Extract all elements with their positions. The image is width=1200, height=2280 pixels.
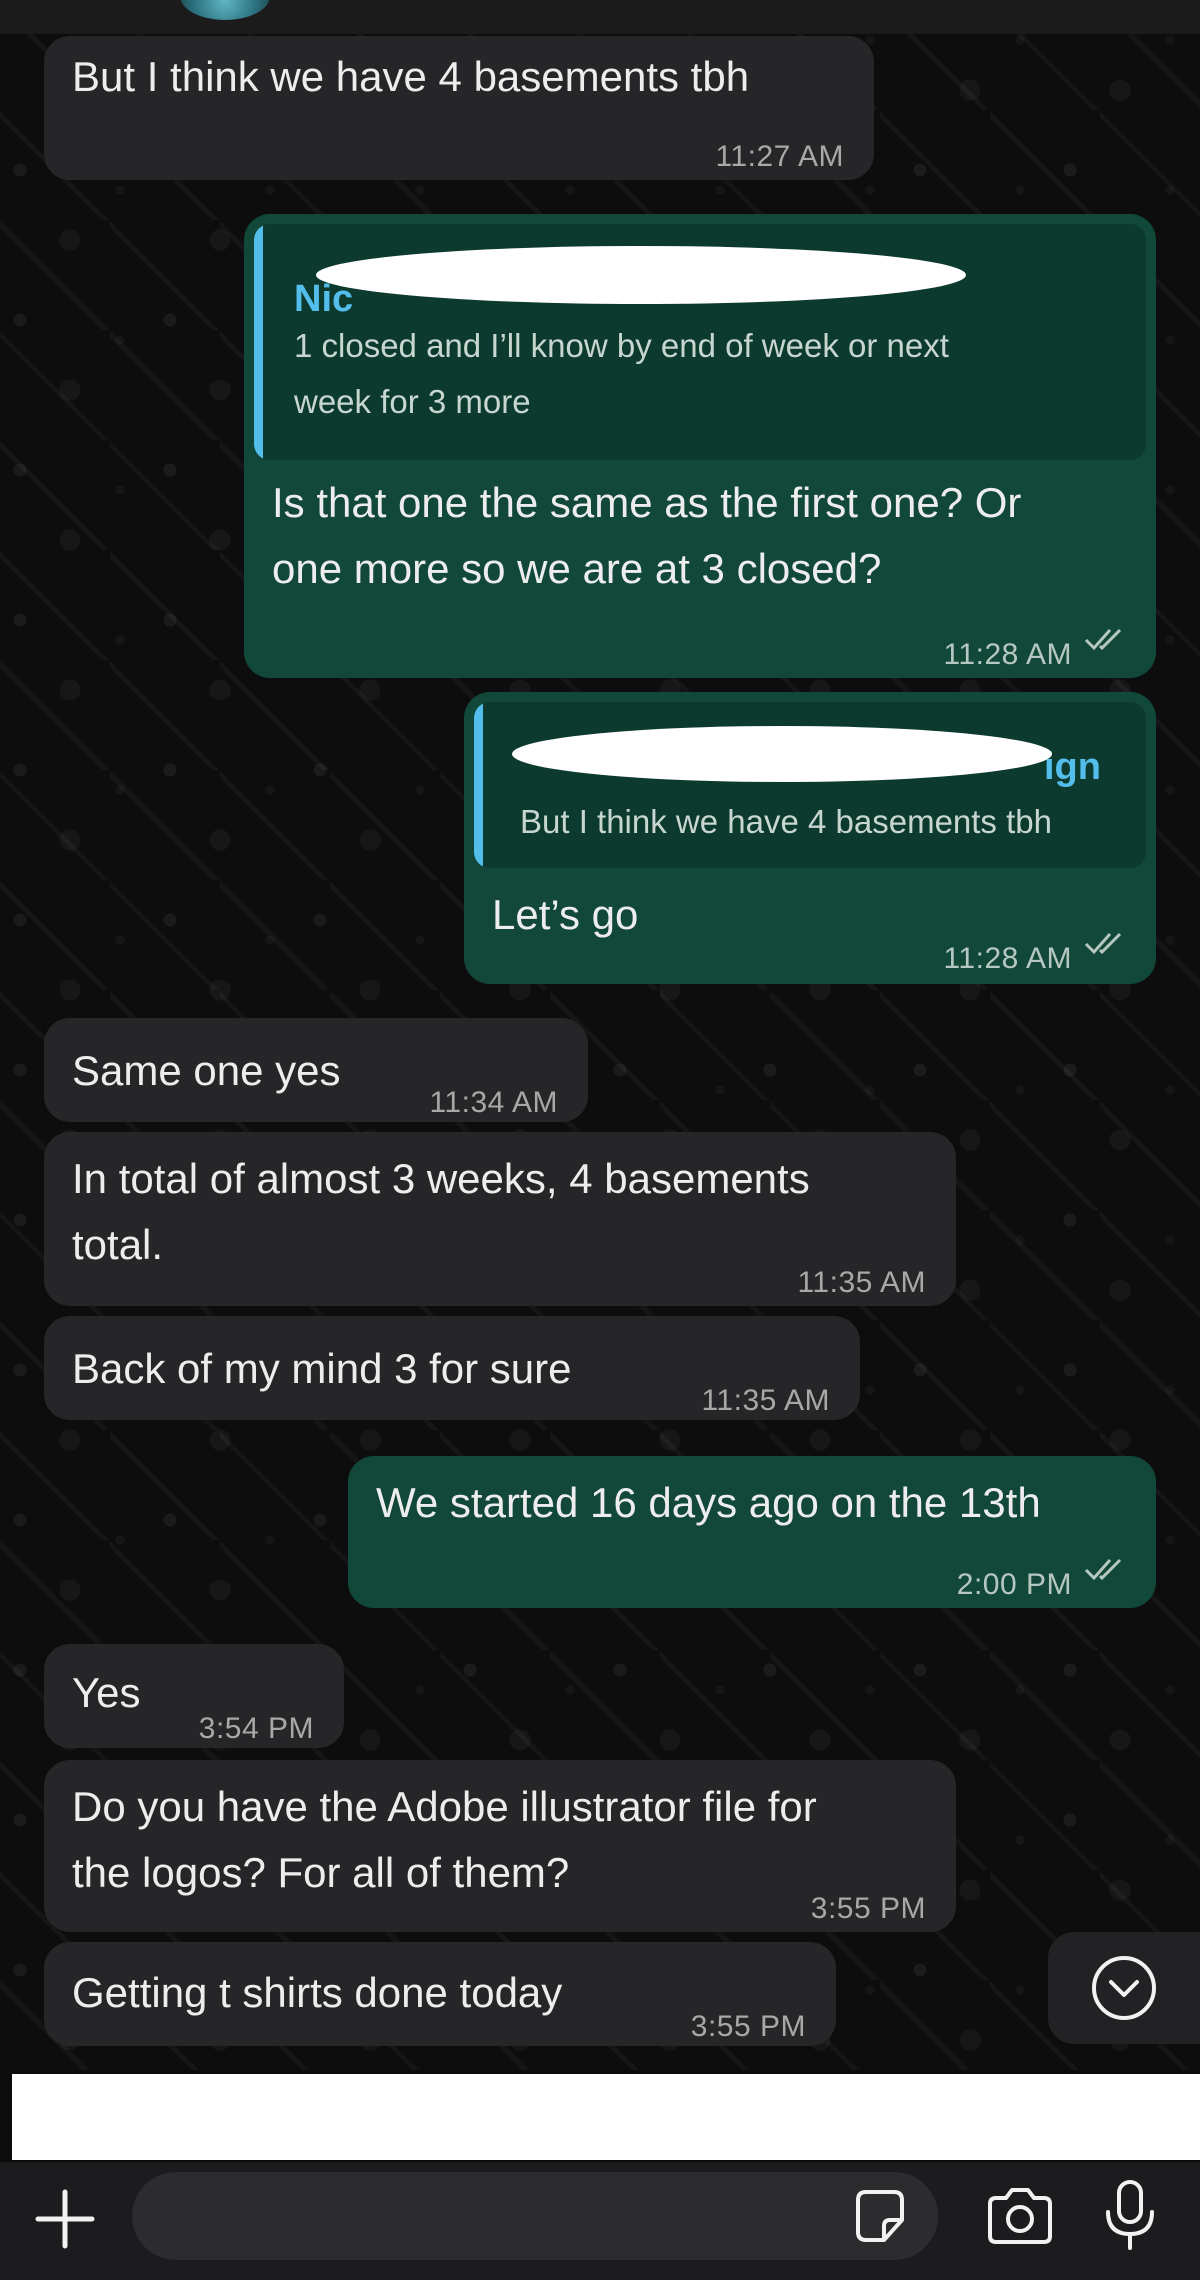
redaction-mark xyxy=(512,726,1052,782)
message-time: 11:27 AM xyxy=(715,140,844,173)
message-bubble-incoming[interactable]: Yes 3:54 PM xyxy=(44,1644,344,1748)
message-time: 11:35 AM xyxy=(797,1266,926,1299)
message-bubble-outgoing[interactable]: ign But I think we have 4 basements tbh … xyxy=(464,692,1156,984)
message-input[interactable] xyxy=(132,2172,938,2260)
message-bubble-incoming[interactable]: But I think we have 4 basements tbh 11:2… xyxy=(44,36,874,180)
message-text: Back of my mind 3 for sure xyxy=(72,1345,572,1392)
message-bubble-incoming[interactable]: In total of almost 3 weeks, 4 basements … xyxy=(44,1132,956,1306)
message-bubble-outgoing[interactable]: We started 16 days ago on the 13th 2:00 … xyxy=(348,1456,1156,1608)
message-time: 11:35 AM xyxy=(701,1384,830,1417)
scroll-to-bottom-button[interactable] xyxy=(1048,1932,1200,2044)
read-receipt-icon xyxy=(1084,1558,1122,1581)
read-receipt-icon xyxy=(1084,932,1122,955)
message-text: Is that one the same as the first one? O… xyxy=(272,479,1022,592)
message-bubble-incoming[interactable]: Back of my mind 3 for sure 11:35 AM xyxy=(44,1316,860,1420)
quote-accent-bar xyxy=(474,702,483,868)
message-time: 3:55 PM xyxy=(690,2010,806,2043)
microphone-icon[interactable] xyxy=(1100,2178,1160,2254)
message-text: We started 16 days ago on the 13th xyxy=(376,1479,1041,1526)
message-text: Getting t shirts done today xyxy=(72,1969,563,2016)
message-bubble-incoming[interactable]: Do you have the Adobe illustrator file f… xyxy=(44,1760,956,1932)
quote-accent-bar xyxy=(254,224,263,460)
message-time: 2:00 PM xyxy=(956,1568,1072,1601)
message-bubble-outgoing[interactable]: Nic 1 closed and I’ll know by end of wee… xyxy=(244,214,1156,678)
camera-icon[interactable] xyxy=(984,2184,1056,2248)
message-time: 11:28 AM xyxy=(943,942,1072,975)
redaction-mark xyxy=(316,246,966,304)
message-text: Do you have the Adobe illustrator file f… xyxy=(72,1783,817,1896)
message-text: Yes xyxy=(72,1669,141,1716)
chevron-down-icon xyxy=(1092,1956,1156,2020)
message-time: 11:28 AM xyxy=(943,638,1072,671)
message-time: 11:34 AM xyxy=(429,1086,558,1119)
message-text: But I think we have 4 basements tbh xyxy=(72,53,750,100)
plus-icon[interactable] xyxy=(30,2184,100,2254)
message-text: Let’s go xyxy=(492,891,639,938)
message-bubble-incoming[interactable]: Getting t shirts done today 3:55 PM xyxy=(44,1942,836,2046)
message-time: 3:55 PM xyxy=(810,1892,926,1925)
message-text: In total of almost 3 weeks, 4 basements … xyxy=(72,1155,810,1268)
message-time: 3:54 PM xyxy=(198,1712,314,1745)
quoted-text: 1 closed and I’ll know by end of week or… xyxy=(294,327,949,420)
quoted-text: But I think we have 4 basements tbh xyxy=(520,803,1052,840)
quoted-sender-name: ign xyxy=(1044,746,1101,788)
chat-screen: But I think we have 4 basements tbh 11:2… xyxy=(0,0,1200,2280)
message-bubble-incoming[interactable]: Same one yes 11:34 AM xyxy=(44,1018,588,1122)
message-text: Same one yes xyxy=(72,1047,341,1094)
read-receipt-icon xyxy=(1084,628,1122,651)
header-strip xyxy=(0,0,1200,34)
blank-area xyxy=(12,2074,1200,2160)
sticker-icon[interactable] xyxy=(848,2184,912,2248)
